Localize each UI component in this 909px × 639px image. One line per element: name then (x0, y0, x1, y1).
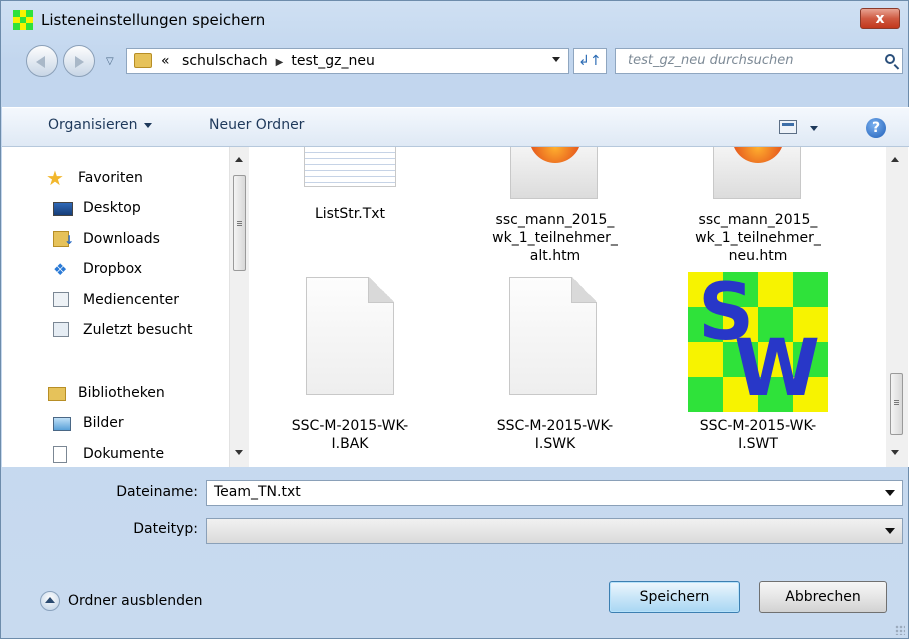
save-form: Dateiname: Team_TN.txt Dateityp: Ordner … (2, 467, 909, 639)
sidebar-label: Desktop (83, 200, 141, 216)
pictures-icon (53, 417, 71, 431)
file-name-line: I.SWT (738, 436, 778, 452)
folder-icon (134, 53, 152, 68)
hide-folders-label[interactable]: Ordner ausblenden (68, 593, 203, 609)
close-button[interactable]: x (860, 8, 900, 29)
file-name-line: I.SWK (534, 436, 576, 452)
filename-field[interactable]: Team_TN.txt (206, 480, 903, 506)
file-item[interactable]: ListStr.Txt (255, 147, 445, 247)
file-name-line: SSC-M-2015-WK- (496, 418, 614, 434)
firefox-icon (510, 147, 598, 199)
documents-icon (53, 446, 67, 463)
breadcrumb-separator-icon[interactable]: ▶ (276, 57, 284, 68)
filetype-select[interactable] (206, 518, 903, 544)
chevron-down-icon (143, 122, 152, 128)
search-input[interactable]: test_gz_neu durchsuchen (615, 48, 903, 74)
save-button[interactable]: Speichern (609, 581, 740, 613)
text-file-icon (304, 147, 396, 187)
scroll-down-icon[interactable] (891, 450, 899, 455)
filetype-label: Dateityp: (133, 521, 198, 537)
new-folder-button[interactable]: Neuer Ordner (209, 117, 304, 133)
file-item[interactable]: ssc_mann_2015_ wk_1_teilnehmer_ neu.htm (663, 147, 853, 277)
blank-file-icon (306, 277, 394, 395)
file-name-line: I.BAK (331, 436, 369, 452)
view-options-icon[interactable] (779, 120, 797, 134)
sidebar-label: Downloads (83, 231, 160, 247)
file-item[interactable]: ssc_mann_2015_ wk_1_teilnehmer_ alt.htm (460, 147, 650, 277)
hide-folders-icon[interactable] (40, 591, 60, 611)
file-list-scrollbar[interactable] (886, 147, 908, 467)
file-item[interactable]: SW SSC-M-2015-WK- I.SWT (663, 272, 853, 457)
file-list: ListStr.Txt ssc_mann_2015_ wk_1_teilnehm… (250, 147, 886, 467)
sidebar-label: Dropbox (83, 261, 142, 277)
scroll-up-icon[interactable] (891, 157, 899, 162)
swiss-chess-app-icon (13, 10, 33, 30)
forward-button[interactable] (63, 45, 95, 77)
filename-label: Dateiname: (116, 484, 198, 500)
chevron-down-icon[interactable] (885, 528, 895, 534)
blank-file-icon (509, 277, 597, 395)
search-placeholder: test_gz_neu durchsuchen (628, 53, 794, 68)
file-name-line: SSC-M-2015-WK- (699, 418, 817, 434)
address-dropdown-icon[interactable] (552, 57, 560, 62)
filename-value: Team_TN.txt (214, 484, 301, 500)
breadcrumb-overflow[interactable]: « (161, 53, 170, 69)
navigation-pane: ★ Favoriten Desktop ↓ Downloads ❖ Dropbo… (2, 147, 230, 467)
chevron-down-icon[interactable] (885, 490, 895, 496)
title-bar: Listeneinstellungen speichern x (1, 1, 908, 39)
history-dropdown-icon[interactable]: ▽ (106, 56, 114, 67)
file-name-line: alt.htm (529, 248, 581, 264)
swiss-chess-icon: SW (688, 272, 828, 412)
file-name-line: ssc_mann_2015_ (698, 212, 818, 228)
file-item[interactable]: SSC-M-2015-WK- I.SWK (460, 277, 650, 457)
search-icon[interactable] (885, 54, 895, 64)
command-toolbar: Organisieren Neuer Ordner ? (2, 107, 909, 147)
view-dropdown-icon[interactable] (810, 126, 818, 131)
navigation-scrollbar[interactable] (229, 147, 249, 467)
address-bar[interactable]: « schulschach ▶ test_gz_neu (126, 48, 569, 74)
help-icon[interactable]: ? (866, 118, 886, 138)
scroll-up-icon[interactable] (235, 157, 243, 162)
scrollbar-thumb[interactable] (233, 175, 246, 271)
desktop-icon (53, 202, 73, 216)
window-title: Listeneinstellungen speichern (41, 11, 266, 29)
sidebar-label: Favoriten (78, 170, 143, 186)
mediencenter-icon (53, 292, 69, 307)
breadcrumb: « schulschach ▶ test_gz_neu (161, 53, 375, 69)
resize-grip-icon[interactable] (895, 625, 905, 635)
file-name-line: neu.htm (728, 248, 788, 264)
file-name-line: wk_1_teilnehmer_ (492, 230, 618, 246)
organize-menu[interactable]: Organisieren (48, 117, 152, 133)
browser-area: ★ Favoriten Desktop ↓ Downloads ❖ Dropbo… (2, 147, 909, 467)
firefox-icon (713, 147, 801, 199)
sidebar-label: Mediencenter (83, 292, 179, 308)
refresh-button[interactable]: ↲↑ (573, 48, 607, 74)
breadcrumb-item-schulschach[interactable]: schulschach (182, 53, 268, 69)
sidebar-label: Dokumente (83, 446, 165, 462)
file-name-line: ssc_mann_2015_ (495, 212, 615, 228)
breadcrumb-item-test-gz-neu[interactable]: test_gz_neu (291, 53, 374, 69)
file-name-line: SSC-M-2015-WK- (291, 418, 409, 434)
libraries-icon (48, 387, 66, 401)
recent-places-icon (53, 322, 69, 337)
cancel-button[interactable]: Abbrechen (759, 581, 887, 613)
scrollbar-thumb[interactable] (890, 373, 903, 435)
back-button[interactable] (26, 45, 58, 77)
dropbox-icon: ❖ (53, 260, 68, 279)
sidebar-label: Bibliotheken (78, 385, 165, 401)
file-name: ListStr.Txt (314, 206, 386, 222)
file-item[interactable]: SSC-M-2015-WK- I.BAK (255, 277, 445, 457)
star-icon: ★ (46, 166, 64, 190)
sidebar-label: Zuletzt besucht (83, 322, 193, 338)
sidebar-label: Bilder (83, 415, 124, 431)
organize-label: Organisieren (48, 117, 138, 133)
save-dialog: Listeneinstellungen speichern x ▽ « schu… (0, 0, 909, 639)
file-name-line: wk_1_teilnehmer_ (695, 230, 821, 246)
scroll-down-icon[interactable] (235, 450, 243, 455)
arrow-down-icon: ↓ (64, 233, 75, 247)
